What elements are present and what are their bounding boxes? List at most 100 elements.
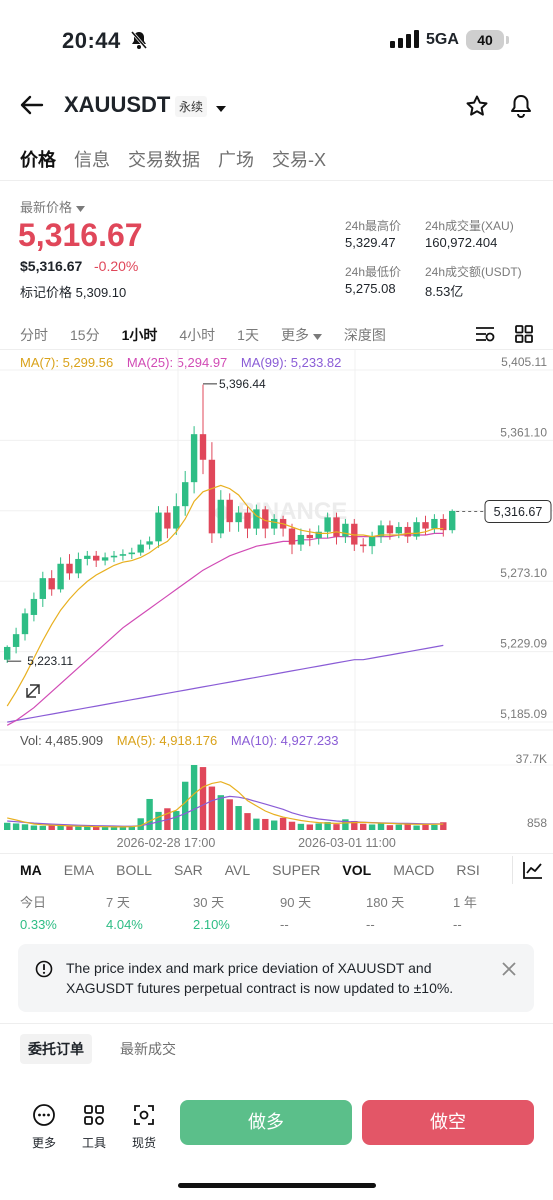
indicator-ma[interactable]: MA	[20, 862, 42, 878]
volume-bar	[66, 826, 73, 830]
indicator-vol[interactable]: VOL	[342, 862, 371, 878]
indicator-super[interactable]: SUPER	[272, 862, 320, 878]
candle-body	[84, 555, 91, 559]
volume-bar	[75, 826, 82, 830]
close-icon[interactable]	[501, 961, 517, 982]
interval-selector: 分时 15分 1小时 4小时 1天 更多 深度图	[20, 325, 408, 345]
candle-body	[110, 555, 118, 558]
candle-body	[182, 482, 189, 507]
candle-body	[360, 544, 367, 547]
perf-label: 7 天	[106, 895, 130, 910]
price-axis-label: 5,361.10	[500, 425, 547, 439]
perf-30d: 30 天 2.10%	[193, 892, 230, 932]
perf-1y: 1 年 --	[453, 892, 477, 932]
info-icon	[35, 960, 53, 983]
back-arrow-icon[interactable]	[20, 94, 44, 121]
interval-1h[interactable]: 1小时	[122, 325, 158, 345]
chart-settings-icon[interactable]	[475, 325, 495, 348]
candle-body	[244, 512, 251, 529]
candle-body	[404, 526, 411, 537]
indicator-ema[interactable]: EMA	[64, 862, 94, 878]
favorite-star-icon[interactable]	[465, 94, 489, 123]
candle-body	[119, 554, 127, 556]
expand-icon	[26, 684, 40, 698]
caret-down-icon	[75, 206, 85, 212]
interval-15m[interactable]: 15分	[70, 325, 100, 345]
low-24h-label: 24h最低价	[345, 265, 402, 279]
spot-button[interactable]: 现货	[124, 1103, 164, 1151]
bell-muted-icon	[130, 30, 148, 55]
sell-short-button[interactable]: 做空	[362, 1100, 534, 1145]
latest-price-label[interactable]: 最新价格	[20, 197, 85, 216]
tab-price[interactable]: 价格	[20, 146, 56, 172]
candle-body	[449, 510, 456, 531]
volume-bar	[199, 767, 207, 830]
perf-7d: 7 天 4.04%	[106, 892, 143, 932]
candle-body	[93, 555, 100, 561]
indicator-macd[interactable]: MACD	[393, 862, 434, 878]
interval-1d[interactable]: 1天	[237, 325, 259, 345]
tools-button[interactable]: 工具	[74, 1103, 114, 1151]
volume-bar	[288, 821, 296, 830]
perf-today: 今日 0.33%	[20, 892, 57, 932]
volume-bar	[431, 824, 438, 830]
volume-bar	[395, 824, 402, 830]
alert-bell-icon[interactable]	[509, 93, 533, 124]
indicator-sar[interactable]: SAR	[174, 862, 203, 878]
candle-body	[288, 528, 296, 545]
candle-body	[155, 512, 162, 542]
price-axis-label: 5,185.09	[500, 707, 547, 721]
interval-timeline[interactable]: 分时	[20, 325, 48, 345]
candle-body	[75, 558, 82, 574]
tab-trade-x[interactable]: 交易-X	[272, 146, 326, 172]
indicator-tabs: MA EMA BOLL SAR AVL SUPER VOL MACD RSI	[20, 862, 502, 878]
more-button[interactable]: 更多	[24, 1103, 64, 1151]
tab-recent-trades[interactable]: 最新成交	[120, 1039, 176, 1059]
caret-down-icon[interactable]	[215, 100, 227, 118]
tab-info[interactable]: 信息	[74, 146, 110, 172]
candle-body	[128, 552, 135, 555]
volume-bar	[173, 811, 180, 830]
mark-price-value: 5,309.10	[75, 285, 127, 300]
interval-more-label: 更多	[280, 327, 309, 343]
indicator-rsi[interactable]: RSI	[456, 862, 479, 878]
indicator-avl[interactable]: AVL	[225, 862, 250, 878]
interval-more[interactable]: 更多	[281, 325, 322, 345]
indicator-divider	[0, 853, 553, 854]
candle-body	[146, 541, 153, 545]
time-axis-label: 2026-03-01 11:00	[298, 836, 396, 850]
spot-scan-icon	[134, 1105, 154, 1125]
last-price: 5,316.67	[18, 217, 143, 253]
interval-4h[interactable]: 4小时	[179, 325, 215, 345]
tab-square[interactable]: 广场	[218, 146, 254, 172]
candle-body	[199, 434, 207, 460]
mark-price: 标记价格 5,309.10	[20, 282, 126, 301]
indicator-boll[interactable]: BOLL	[116, 862, 152, 878]
depth-chart-tab[interactable]: 深度图	[344, 325, 386, 345]
perf-value: --	[280, 917, 289, 932]
volume-bar	[57, 825, 64, 830]
price-axis-label: 5,273.10	[500, 566, 547, 580]
candle-body	[21, 613, 29, 635]
price-chart[interactable]: 5,405.11 5,361.10 5,273.10 5,229.09 5,185.09…	[0, 350, 553, 860]
perf-label: 30 天	[193, 895, 225, 910]
candle-body	[137, 544, 144, 553]
indicator-chart-icon[interactable]	[522, 860, 544, 885]
volume-bar	[333, 824, 340, 830]
candle-body	[226, 499, 233, 523]
buy-long-button[interactable]: 做多	[180, 1100, 352, 1145]
tab-trading-data[interactable]: 交易数据	[128, 146, 200, 172]
perf-180d: 180 天 --	[366, 892, 404, 932]
volume-bar	[182, 781, 189, 830]
candle-body	[173, 506, 180, 529]
grid-layout-icon[interactable]	[514, 324, 534, 349]
tab-open-orders[interactable]: 委托订单	[20, 1034, 92, 1064]
candle-body	[30, 598, 38, 615]
volume-bar	[315, 823, 322, 830]
candle-body	[253, 509, 260, 529]
volume-bar	[48, 825, 55, 830]
symbol-title[interactable]: XAUUSDT	[64, 92, 170, 118]
volume-bar	[39, 825, 46, 830]
candle-body	[271, 518, 278, 529]
vol-ma10-line	[7, 795, 444, 827]
